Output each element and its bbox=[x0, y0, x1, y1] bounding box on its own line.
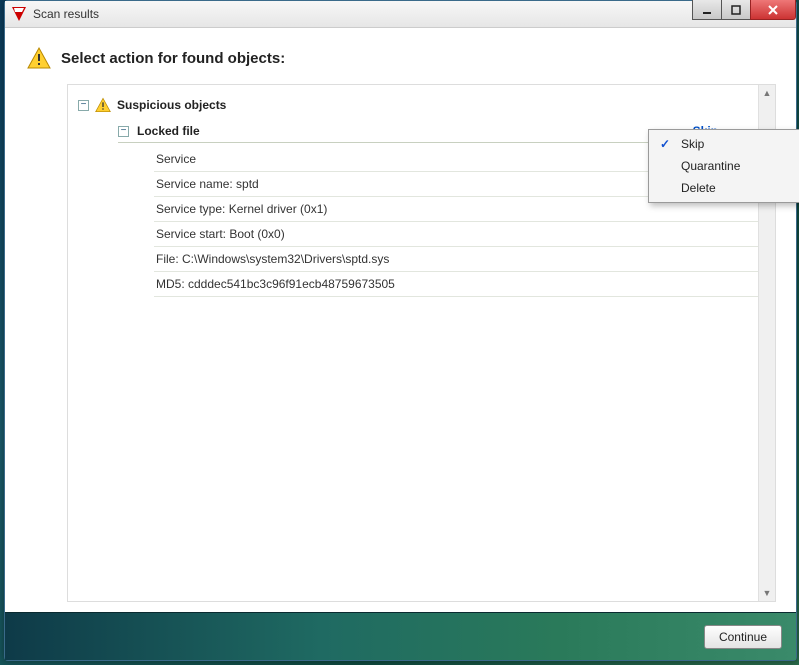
app-icon bbox=[11, 6, 27, 22]
header: Select action for found objects: bbox=[21, 46, 780, 70]
window-title: Scan results bbox=[33, 7, 99, 21]
maximize-button[interactable] bbox=[721, 0, 751, 20]
menu-item-delete[interactable]: Delete bbox=[651, 177, 797, 199]
detail-row: File: C:\Windows\system32\Drivers\sptd.s… bbox=[154, 247, 771, 272]
collapse-icon[interactable]: − bbox=[78, 100, 89, 111]
check-icon: ✓ bbox=[657, 137, 673, 151]
titlebar[interactable]: Scan results bbox=[5, 1, 796, 28]
continue-button[interactable]: Continue bbox=[704, 625, 782, 649]
minimize-button[interactable] bbox=[692, 0, 722, 20]
close-button[interactable] bbox=[750, 0, 796, 20]
warning-icon bbox=[95, 97, 111, 113]
menu-item-label: Quarantine bbox=[681, 159, 740, 173]
footer: Continue bbox=[5, 612, 796, 660]
menu-item-skip[interactable]: ✓ Skip bbox=[651, 133, 797, 155]
menu-item-label: Skip bbox=[681, 137, 704, 151]
group-label: Suspicious objects bbox=[117, 98, 226, 112]
detail-row: MD5: cdddec541bc3c96f91ecb48759673505 bbox=[154, 272, 771, 297]
header-text: Select action for found objects: bbox=[61, 50, 285, 67]
action-menu: ✓ Skip Quarantine Delete bbox=[648, 129, 799, 203]
scroll-up-icon[interactable]: ▲ bbox=[760, 85, 775, 101]
detail-row: Service start: Boot (0x0) bbox=[154, 222, 771, 247]
content-area: Select action for found objects: − Suspi… bbox=[5, 28, 796, 612]
item-label: Locked file bbox=[137, 124, 200, 138]
menu-item-quarantine[interactable]: Quarantine bbox=[651, 155, 797, 177]
window-controls bbox=[693, 0, 796, 20]
group-suspicious-objects[interactable]: − Suspicious objects bbox=[78, 95, 771, 115]
scroll-down-icon[interactable]: ▼ bbox=[760, 585, 775, 601]
collapse-icon[interactable]: − bbox=[118, 126, 129, 137]
menu-item-label: Delete bbox=[681, 181, 716, 195]
scan-results-window: Scan results Select action for found obj… bbox=[4, 0, 797, 661]
warning-icon bbox=[27, 46, 51, 70]
